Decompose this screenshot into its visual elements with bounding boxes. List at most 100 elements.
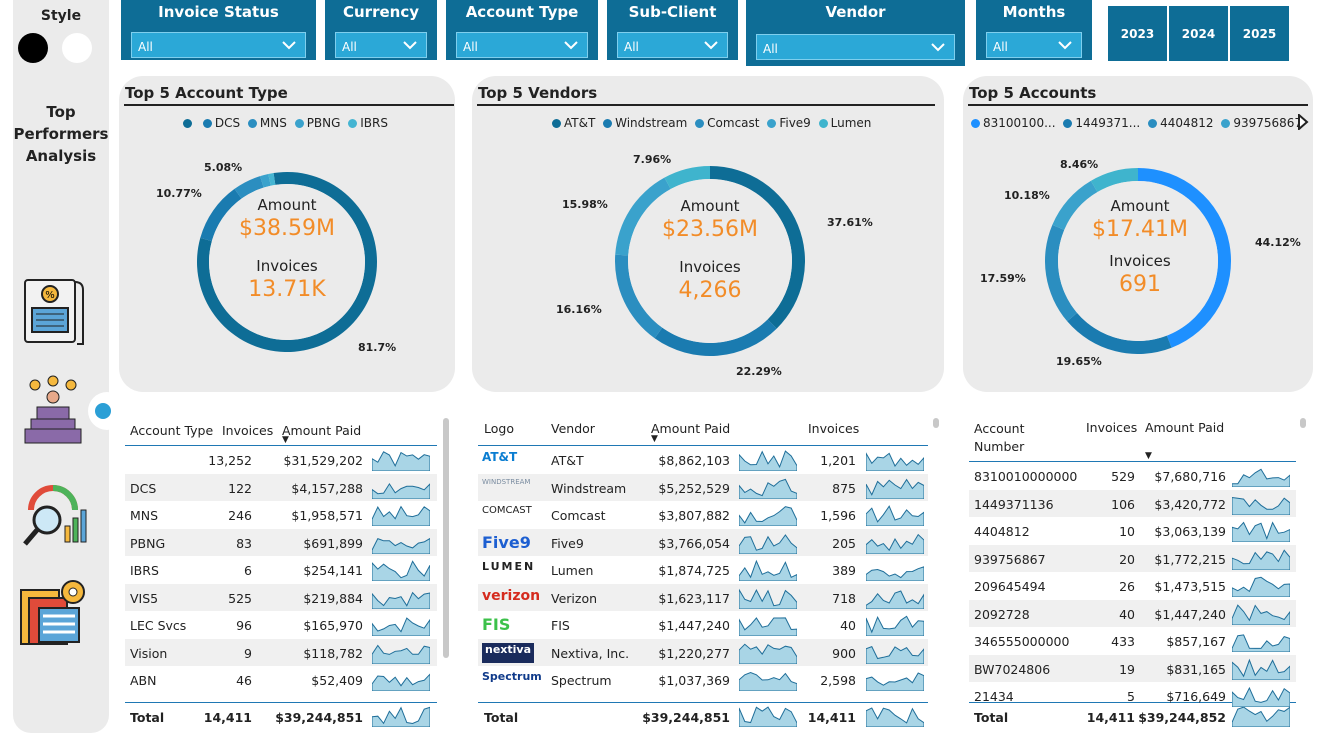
table-row[interactable]: 346555000000 433 $857,167 xyxy=(969,627,1296,655)
vendor-dropdown[interactable]: All xyxy=(756,34,955,60)
amount-cell: $31,529,202 xyxy=(283,453,363,468)
column-header[interactable]: Invoices xyxy=(808,421,859,436)
year-2025-button[interactable]: 2025 xyxy=(1230,6,1289,61)
sparkline-area xyxy=(866,566,924,581)
account-type-dropdown[interactable]: All xyxy=(456,32,588,58)
accounts-table[interactable]: Account Number Invoices Amount Paid ▼ To… xyxy=(969,410,1296,730)
table-row[interactable]: AT&T AT&T $8,862,103 1,201 xyxy=(478,446,928,474)
data-settings-icon[interactable] xyxy=(17,576,91,650)
amount-cell: $1,874,725 xyxy=(658,563,730,578)
vendor-slicer[interactable]: Vendor All xyxy=(746,0,965,66)
invoice-status-dropdown[interactable]: All xyxy=(131,32,306,58)
column-header[interactable]: Amount Paid xyxy=(282,423,361,438)
sort-desc-icon[interactable]: ▼ xyxy=(651,434,658,444)
sparkline xyxy=(866,533,924,554)
dark-theme-toggle[interactable] xyxy=(18,33,48,63)
table-row[interactable]: DCS 122 $4,157,288 xyxy=(125,473,437,501)
account-type-cell: IBRS xyxy=(130,563,159,578)
sparkline xyxy=(739,671,797,691)
table-scrollbar[interactable] xyxy=(443,418,449,658)
months-dropdown[interactable]: All xyxy=(986,32,1082,58)
sparkline-area xyxy=(866,645,924,664)
table-row[interactable]: verizon Verizon $1,623,117 718 xyxy=(478,583,928,611)
sub-client-slicer[interactable]: Sub-Client All xyxy=(607,0,738,60)
analytics-gauge-icon[interactable] xyxy=(17,476,91,550)
top-performers-podium-icon[interactable] xyxy=(17,375,91,449)
sparkline-area xyxy=(1232,658,1290,680)
light-theme-toggle[interactable] xyxy=(62,33,92,63)
legend-item: Lumen xyxy=(818,116,871,130)
account-type-slicer[interactable]: Account Type All xyxy=(446,0,598,60)
dropdown-value: All xyxy=(342,40,357,54)
chevron-down-icon xyxy=(564,41,578,50)
sparkline xyxy=(1232,706,1290,727)
sort-desc-icon[interactable]: ▼ xyxy=(282,435,289,445)
table-row[interactable]: Five9 Five9 $3,766,054 205 xyxy=(478,528,928,556)
vendor-logo: LUMEN xyxy=(482,560,536,573)
slice-label: 44.12% xyxy=(1255,236,1301,249)
column-header[interactable]: Amount Paid xyxy=(1145,420,1224,435)
table-row[interactable]: IBRS 6 $254,141 xyxy=(125,556,437,584)
sparkline-area xyxy=(866,672,924,691)
vendor-table[interactable]: Logo Vendor Amount Paid Invoices ▼ Total… xyxy=(478,410,928,730)
table-row[interactable]: 2092728 40 $1,447,240 xyxy=(969,599,1296,627)
table-row[interactable]: 209645494 26 $1,473,515 xyxy=(969,572,1296,600)
column-header[interactable]: Vendor xyxy=(551,421,595,436)
invoice-status-slicer[interactable]: Invoice Status All xyxy=(121,0,316,60)
table-row[interactable]: MNS 246 $1,958,571 xyxy=(125,501,437,529)
table-row[interactable]: Vision 9 $118,782 xyxy=(125,638,437,666)
legend-next-arrow-icon[interactable] xyxy=(1297,114,1309,130)
vendor-logo: AT&T xyxy=(482,450,518,464)
column-header[interactable]: Invoices xyxy=(222,423,273,438)
amount-value: $23.56M xyxy=(662,217,758,242)
currency-slicer[interactable]: Currency All xyxy=(325,0,437,60)
table-row[interactable]: 939756867 20 $1,772,215 xyxy=(969,544,1296,572)
style-label: Style xyxy=(40,8,82,24)
months-slicer[interactable]: Months All xyxy=(976,0,1092,60)
invoices-cell: 83 xyxy=(236,535,252,551)
table-row[interactable]: FIS FIS $1,447,240 40 xyxy=(478,611,928,639)
table-row[interactable]: WINDSTREAM Windstream $5,252,529 875 xyxy=(478,473,928,501)
invoice-percent-icon[interactable]: % xyxy=(17,276,91,350)
invoices-cell: 46 xyxy=(236,673,252,688)
table-row[interactable]: LEC Svcs 96 $165,970 xyxy=(125,611,437,639)
year-2023-button[interactable]: 2023 xyxy=(1108,6,1167,61)
amount-cell: $4,157,288 xyxy=(291,480,363,496)
invoices-value: 13.71K xyxy=(248,277,326,302)
sidebar: Style Top Performers Analysis % xyxy=(13,0,109,733)
sparkline xyxy=(372,617,430,636)
table-scrollbar[interactable] xyxy=(933,418,939,428)
table-row[interactable]: 4404812 10 $3,063,139 xyxy=(969,517,1296,545)
column-header[interactable]: Logo xyxy=(484,421,514,436)
sub-client-dropdown[interactable]: All xyxy=(617,32,728,58)
table-row[interactable]: COMCAST Comcast $3,807,882 1,596 xyxy=(478,501,928,529)
table-row[interactable]: 13,252 $31,529,202 xyxy=(125,446,437,474)
table-row[interactable]: 8310010000000 529 $7,680,716 xyxy=(969,462,1296,490)
table-row[interactable]: LUMEN Lumen $1,874,725 389 xyxy=(478,556,928,584)
sparkline-area xyxy=(372,591,430,609)
account-type-table[interactable]: Account Type Invoices Amount Paid ▼ Tota… xyxy=(125,410,437,730)
column-header[interactable]: Account Type xyxy=(130,423,213,438)
donut-center: Amount $17.41M Invoices 691 xyxy=(1040,197,1240,297)
currency-dropdown[interactable]: All xyxy=(335,32,427,58)
table-row[interactable]: Spectrum Spectrum $1,037,369 2,598 xyxy=(478,666,928,694)
table-row[interactable]: BW7024806 19 $831,165 xyxy=(969,654,1296,682)
table-row[interactable]: nextiva Nextiva, Inc. $1,220,277 900 xyxy=(478,638,928,666)
year-2024-button[interactable]: 2024 xyxy=(1169,6,1228,61)
account-type-cell: ABN xyxy=(130,673,157,688)
table-row[interactable]: 1449371136 106 $3,420,772 xyxy=(969,489,1296,517)
table-row[interactable]: PBNG 83 $691,899 xyxy=(125,528,437,556)
chevron-down-icon xyxy=(931,43,945,52)
table-row[interactable]: VIS5 525 $219,884 xyxy=(125,583,437,611)
total-invoices: 14,411 xyxy=(203,710,252,725)
amount-cell: $1,220,277 xyxy=(658,645,730,661)
column-header[interactable]: Invoices xyxy=(1086,420,1137,435)
sort-desc-icon[interactable]: ▼ xyxy=(1145,451,1152,461)
invoices-cell: 1,596 xyxy=(820,508,856,523)
invoices-label: Invoices xyxy=(256,257,318,275)
column-header[interactable]: Amount Paid xyxy=(651,421,730,436)
table-row[interactable]: ABN 46 $52,409 xyxy=(125,666,437,694)
table-scrollbar[interactable] xyxy=(1300,418,1306,428)
column-header[interactable]: Account Number xyxy=(974,420,1034,456)
sparkline xyxy=(1232,576,1290,597)
